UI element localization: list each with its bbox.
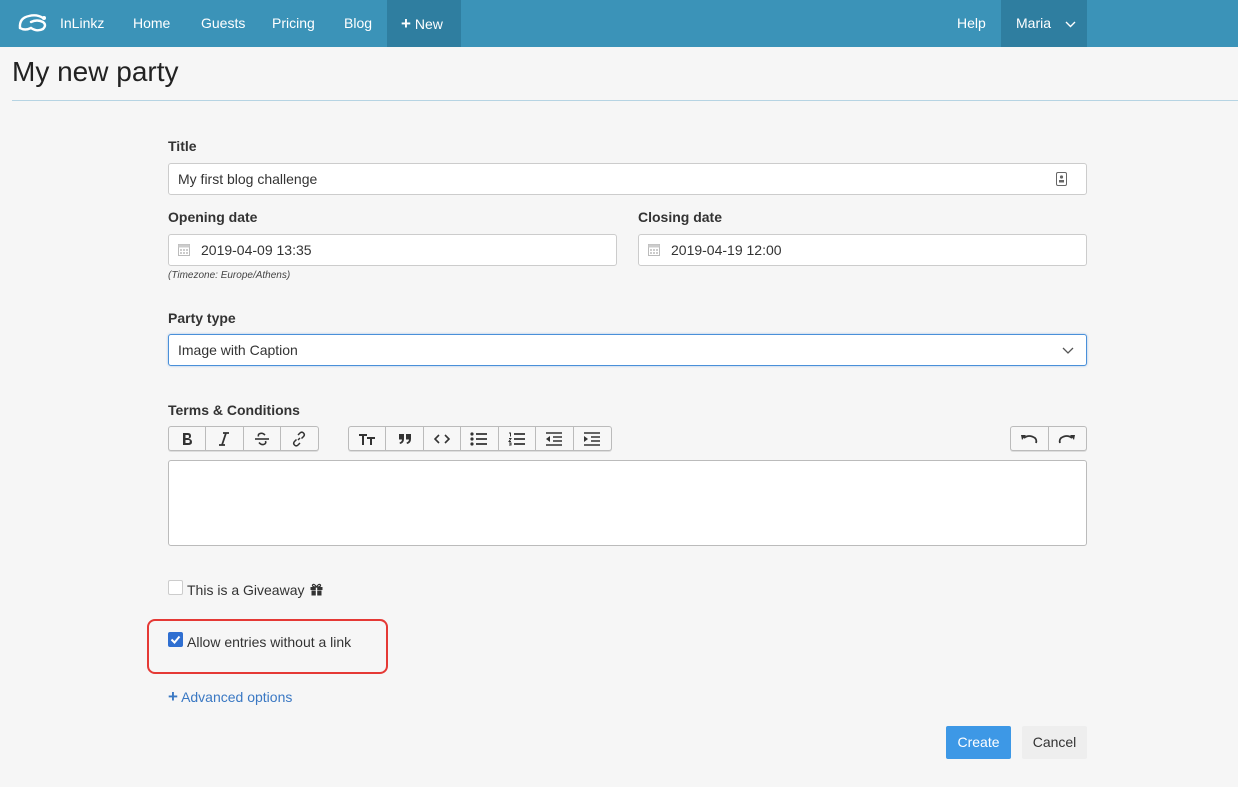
party-type-label: Party type — [168, 310, 236, 326]
chevron-down-icon — [1062, 347, 1074, 354]
numbered-list-icon — [507, 432, 525, 445]
allow-no-link-label[interactable]: Allow entries without a link — [187, 634, 351, 650]
outdent-icon — [546, 431, 563, 446]
cancel-button[interactable]: Cancel — [1022, 726, 1087, 759]
bold-button[interactable] — [169, 427, 207, 450]
nav-user-label: Maria — [1016, 15, 1052, 31]
link-icon — [293, 430, 306, 447]
closing-date-input[interactable]: 2019-04-19 12:00 — [638, 234, 1087, 266]
contact-card-icon — [1056, 172, 1067, 186]
title-input[interactable]: My first blog challenge — [168, 163, 1087, 195]
redo-button[interactable] — [1049, 427, 1087, 450]
calendar-icon — [178, 244, 190, 256]
plus-icon: + — [168, 687, 178, 706]
terms-editor[interactable] — [168, 460, 1087, 546]
numbered-list-button[interactable] — [499, 427, 537, 450]
opening-date-value: 2019-04-09 13:35 — [201, 242, 312, 258]
calendar-icon — [648, 244, 660, 256]
strikethrough-icon — [254, 431, 269, 445]
giveaway-checkbox[interactable] — [168, 580, 183, 595]
allow-no-link-checkbox[interactable] — [168, 632, 183, 647]
checkmark-icon — [170, 635, 181, 644]
italic-button[interactable] — [206, 427, 244, 450]
quote-button[interactable] — [386, 427, 424, 450]
text-height-icon — [359, 433, 376, 445]
strikethrough-button[interactable] — [244, 427, 281, 450]
link-button[interactable] — [281, 427, 318, 450]
outdent-button[interactable] — [536, 427, 574, 450]
bulleted-list-icon — [470, 431, 488, 446]
bold-icon — [183, 432, 193, 445]
title-input-value: My first blog challenge — [178, 171, 318, 187]
undo-button[interactable] — [1011, 427, 1049, 450]
quote-icon — [398, 433, 411, 444]
create-button[interactable]: Create — [946, 726, 1011, 759]
title-divider — [12, 100, 1238, 101]
nav-home[interactable]: Home — [133, 0, 170, 47]
toolbar-history-group — [1010, 426, 1087, 451]
party-type-select[interactable]: Image with Caption — [168, 334, 1087, 366]
indent-icon — [584, 431, 601, 446]
advanced-options-link[interactable]: + Advanced options — [168, 687, 292, 707]
plus-icon: + — [401, 14, 411, 33]
nav-help[interactable]: Help — [957, 0, 986, 47]
nav-user-menu[interactable]: Maria — [1001, 0, 1087, 47]
page-title: My new party — [12, 56, 179, 87]
code-button[interactable] — [424, 427, 462, 450]
advanced-options-label: Advanced options — [181, 689, 293, 705]
redo-icon — [1059, 434, 1076, 443]
giveaway-label: This is a Giveaway — [187, 582, 305, 598]
undo-icon — [1021, 434, 1038, 443]
nav-new[interactable]: + New — [387, 0, 461, 47]
toolbar-format-group — [168, 426, 319, 451]
italic-icon — [219, 431, 230, 446]
opening-date-input[interactable]: 2019-04-09 13:35 — [168, 234, 617, 266]
top-navbar: InLinkz Home Guests Pricing Blog + New H… — [0, 0, 1238, 47]
code-icon — [434, 433, 451, 444]
bulleted-list-button[interactable] — [461, 427, 499, 450]
nav-brand[interactable]: InLinkz — [60, 0, 104, 47]
nav-pricing[interactable]: Pricing — [272, 0, 315, 47]
title-label: Title — [168, 138, 197, 154]
nav-new-label: New — [414, 16, 443, 32]
heading-button[interactable] — [349, 427, 387, 450]
nav-blog[interactable]: Blog — [344, 0, 372, 47]
nav-guests[interactable]: Guests — [201, 0, 245, 47]
gift-icon — [310, 583, 323, 596]
giveaway-label-group[interactable]: This is a Giveaway — [187, 582, 323, 598]
opening-date-label: Opening date — [168, 209, 258, 225]
party-type-value: Image with Caption — [178, 342, 298, 358]
terms-label: Terms & Conditions — [168, 402, 300, 418]
inlinkz-logo-icon[interactable] — [17, 10, 51, 34]
closing-date-label: Closing date — [638, 209, 723, 225]
indent-button[interactable] — [574, 427, 611, 450]
chevron-down-icon — [1065, 21, 1076, 28]
closing-date-value: 2019-04-19 12:00 — [671, 242, 782, 258]
timezone-note: (Timezone: Europe/Athens) — [168, 270, 291, 281]
toolbar-block-group — [348, 426, 612, 451]
